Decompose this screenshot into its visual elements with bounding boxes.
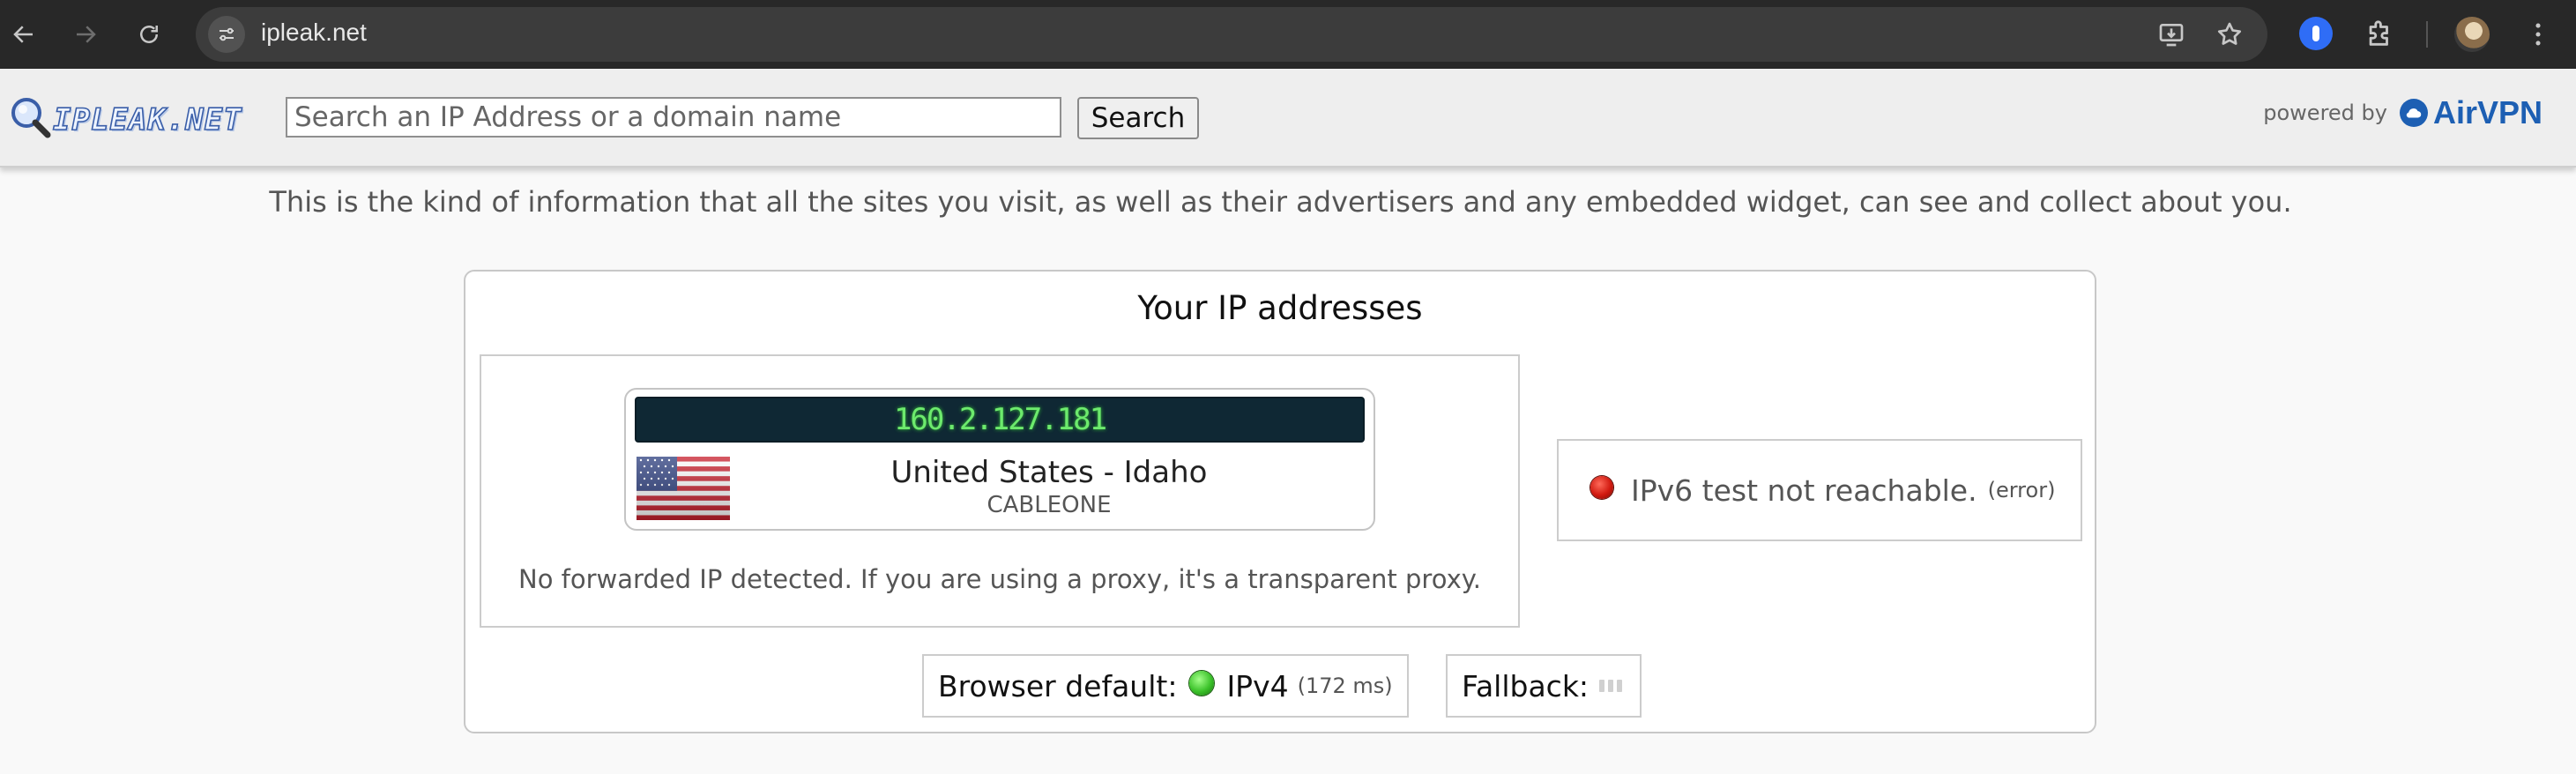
error-status-dot-icon <box>1590 476 1613 499</box>
back-arrow-icon <box>13 26 33 43</box>
fallback-label: Fallback: <box>1462 668 1590 703</box>
ipv4-section: 160.2.127.181 United States - Idaho CABL… <box>480 354 1520 628</box>
logo-text: IPLEAK.NET <box>52 101 242 138</box>
browser-menu-button[interactable] <box>2520 16 2557 53</box>
ip-search-input[interactable] <box>286 97 1061 138</box>
install-app-button[interactable] <box>2155 18 2188 51</box>
us-flag-icon <box>637 457 730 520</box>
ipv6-section: IPv6 test not reachable. (error) <box>1557 439 2082 541</box>
forward-arrow-icon <box>77 26 96 43</box>
forwarded-ip-note: No forwarded IP detected. If you are usi… <box>518 564 1481 594</box>
loading-spinner-icon <box>1599 680 1623 692</box>
ip-card[interactable]: 160.2.127.181 United States - Idaho CABL… <box>624 388 1375 531</box>
airvpn-cloud-icon <box>2399 99 2428 127</box>
powered-by-airvpn-link[interactable]: powered by AirVPN <box>2263 94 2542 130</box>
ipleak-logo[interactable]: IPLEAK.NET <box>9 93 247 146</box>
reload-button[interactable] <box>127 12 171 56</box>
ip-addresses-panel: Your IP addresses 160.2.127.181 United S… <box>464 270 2096 733</box>
kebab-menu-icon <box>2535 23 2541 46</box>
ip-location: United States - Idaho <box>890 455 1208 490</box>
password-manager-icon[interactable] <box>2299 17 2333 50</box>
ip-address-display: 160.2.127.181 <box>635 397 1365 443</box>
back-button[interactable] <box>2 12 46 56</box>
browser-toolbar: ipleak.net <box>0 0 2576 69</box>
install-app-icon <box>2159 24 2184 47</box>
panel-title: Your IP addresses <box>1137 289 1423 327</box>
bookmark-button[interactable] <box>2213 18 2246 51</box>
intro-text: This is the kind of information that all… <box>269 185 2292 219</box>
search-button[interactable]: Search <box>1077 97 1199 139</box>
browser-default-label: Browser default: <box>938 668 1178 703</box>
ipv6-error-detail: (error) <box>1987 478 2056 502</box>
browser-default-latency: (172 ms) <box>1297 674 1393 698</box>
site-info-button[interactable] <box>208 16 245 53</box>
powered-by-label: powered by <box>2263 100 2387 125</box>
puzzle-icon <box>2369 20 2388 46</box>
site-header: IPLEAK.NET Search powered by AirVPN <box>0 69 2576 167</box>
forward-button[interactable] <box>63 12 108 56</box>
ok-status-dot-icon <box>1189 671 1215 696</box>
browser-default-protocol: IPv4 <box>1226 668 1289 703</box>
browser-default-section: Browser default: IPv4 (172 ms) <box>922 654 1409 718</box>
address-bar[interactable]: ipleak.net <box>196 7 2267 62</box>
toolbar-separator <box>2426 21 2428 48</box>
airvpn-brand: AirVPN <box>2432 94 2542 130</box>
ipv6-status: IPv6 test not reachable. <box>1631 473 1977 508</box>
magnifier-icon <box>11 98 51 138</box>
star-icon <box>2217 22 2242 45</box>
extensions-button[interactable] <box>2361 16 2398 53</box>
tune-icon <box>220 27 234 41</box>
ip-isp: CABLEONE <box>986 492 1112 518</box>
fallback-section: Fallback: <box>1446 654 1642 718</box>
url-text[interactable]: ipleak.net <box>261 19 367 47</box>
reload-icon <box>140 26 158 43</box>
profile-avatar[interactable] <box>2454 17 2490 52</box>
